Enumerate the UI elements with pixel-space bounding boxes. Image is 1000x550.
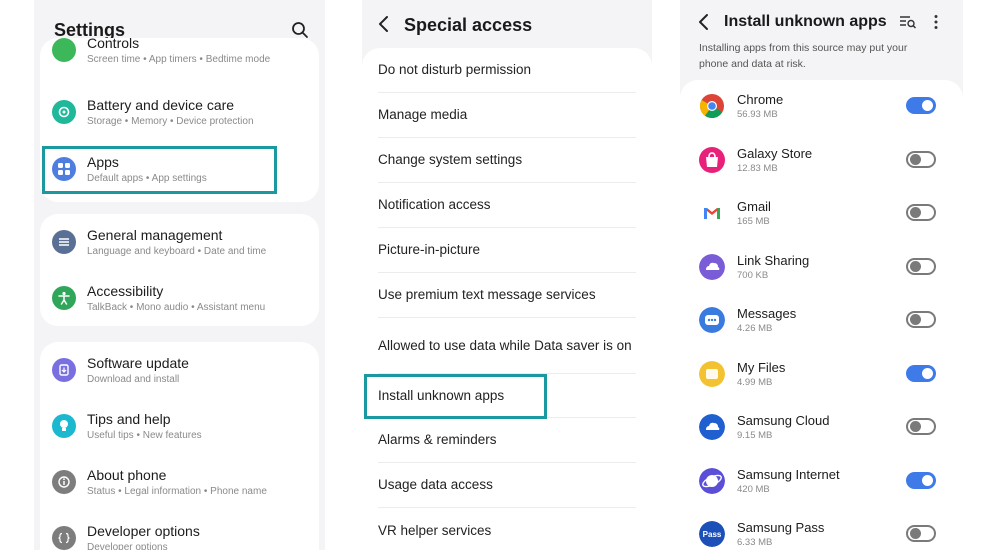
link-sharing-icon	[699, 253, 725, 280]
special-access-list: Do not disturb permission Manage media C…	[362, 48, 652, 550]
allow-toggle-link-sharing[interactable]	[906, 257, 936, 275]
apps-list: Chrome 56.93 MB Galaxy Store 12.83 MB Gmail 1…	[680, 80, 963, 550]
allow-toggle-my-files[interactable]	[906, 364, 936, 382]
app-name: Chrome	[737, 92, 784, 107]
info-icon	[52, 470, 76, 494]
app-row-samsung-internet[interactable]: Samsung Internet 420 MB	[680, 455, 963, 509]
list-item[interactable]: Alarms & reminders	[378, 418, 636, 463]
app-row-gmail[interactable]: Gmail 165 MB	[680, 187, 963, 241]
settings-item-accessibility[interactable]: Accessibility TalkBack • Mono audio • As…	[40, 270, 319, 326]
allow-toggle-messages[interactable]	[906, 311, 936, 328]
settings-item-general-management[interactable]: General management Language and keyboard…	[40, 214, 319, 270]
samsung-internet-icon	[699, 467, 725, 494]
page-title: Install unknown apps	[724, 13, 887, 30]
galaxy-store-icon	[699, 146, 725, 173]
list-item[interactable]: Manage media	[378, 93, 636, 138]
app-row-samsung-pass[interactable]: Pass Samsung Pass 6.33 MB	[680, 508, 963, 550]
back-arrow-icon[interactable]	[698, 13, 710, 31]
app-size: 4.26 MB	[737, 323, 773, 334]
my-files-icon	[699, 360, 725, 387]
page-title: Special access	[404, 15, 533, 35]
toggle-knob	[910, 153, 921, 165]
controls-icon	[52, 38, 76, 62]
app-row-galaxy-store[interactable]: Galaxy Store 12.83 MB	[680, 134, 963, 188]
settings-card-2: General management Language and keyboard…	[40, 214, 319, 326]
settings-item-developer-options[interactable]: Developer options Developer options	[40, 510, 319, 550]
app-size: 56.93 MB	[737, 109, 778, 120]
allow-toggle-samsung-pass[interactable]	[906, 525, 936, 542]
list-item[interactable]: Usage data access	[378, 463, 636, 508]
settings-item-software-update[interactable]: Software update Download and install	[40, 342, 319, 398]
app-row-my-files[interactable]: My Files 4.99 MB	[680, 348, 963, 402]
list-item[interactable]: Do not disturb permission	[378, 48, 636, 93]
messages-icon	[699, 307, 725, 333]
samsung-pass-icon: Pass	[699, 521, 725, 547]
sliders-icon	[52, 230, 76, 254]
search-icon[interactable]	[291, 21, 309, 39]
app-size: 700 KB	[737, 269, 769, 281]
battery-care-icon	[52, 100, 76, 124]
app-row-link-sharing[interactable]: Link Sharing 700 KB	[680, 241, 963, 295]
app-name: Samsung Internet	[737, 466, 840, 482]
toggle-knob	[922, 367, 933, 379]
list-item[interactable]: Change system settings	[378, 138, 636, 183]
software-update-icon	[52, 358, 76, 382]
list-item[interactable]: Allowed to use data while Data saver is …	[378, 318, 636, 374]
toggle-knob	[910, 528, 921, 539]
app-size: 4.99 MB	[737, 376, 773, 388]
allow-toggle-samsung-cloud[interactable]	[906, 418, 936, 435]
settings-item-tips[interactable]: Tips and help Useful tips • New features	[40, 398, 319, 454]
accessibility-person-icon	[52, 286, 76, 310]
chrome-icon	[699, 93, 725, 119]
lightbulb-icon	[52, 414, 76, 438]
install-unknown-highlight-box	[364, 374, 547, 419]
list-item[interactable]: Notification access	[378, 183, 636, 228]
settings-card-3: Software update Download and install Tip…	[40, 342, 319, 550]
allow-toggle-samsung-internet[interactable]	[906, 471, 936, 489]
allow-toggle-gmail[interactable]	[906, 204, 936, 221]
settings-screen: Settings Controls Screen time • App time…	[34, 0, 325, 550]
settings-item-controls[interactable]: Controls Screen time • App timers • Bedt…	[40, 38, 319, 78]
allow-toggle-chrome[interactable]	[906, 97, 936, 114]
app-row-samsung-cloud[interactable]: Samsung Cloud 9.15 MB	[680, 401, 963, 455]
samsung-cloud-icon	[699, 414, 725, 440]
app-row-chrome[interactable]: Chrome 56.93 MB	[680, 80, 963, 134]
apps-highlight-box	[42, 146, 277, 194]
app-name: Gmail	[737, 199, 771, 214]
app-name: Samsung Pass	[737, 520, 825, 535]
settings-item-battery[interactable]: Battery and device care Storage • Memory…	[40, 84, 319, 140]
app-size: 12.83 MB	[737, 162, 778, 174]
app-name: Messages	[737, 306, 797, 321]
code-braces-icon	[52, 526, 76, 550]
app-size: 6.33 MB	[737, 537, 773, 548]
toggle-knob	[910, 207, 921, 218]
settings-item-about-phone[interactable]: About phone Status • Legal information •…	[40, 454, 319, 510]
app-row-messages[interactable]: Messages 4.26 MB	[680, 294, 963, 348]
special-access-screen: Special access Do not disturb permission…	[362, 0, 652, 550]
list-item[interactable]: VR helper services	[378, 508, 636, 550]
more-options-icon[interactable]	[934, 14, 938, 30]
risk-warning-text: Installing apps from this source may put…	[699, 42, 908, 70]
list-item[interactable]: Picture-in-picture	[378, 228, 636, 273]
list-item[interactable]: Use premium text message services	[378, 273, 636, 318]
toggle-knob	[910, 421, 921, 432]
app-size: 9.15 MB	[737, 430, 773, 441]
app-name: Galaxy Store	[737, 145, 813, 161]
samsung-pass-icon-label: Pass	[702, 529, 722, 539]
gmail-icon	[699, 200, 725, 226]
app-size: 420 MB	[737, 483, 770, 495]
toggle-knob	[922, 100, 933, 111]
back-arrow-icon[interactable]	[378, 15, 390, 33]
toggle-knob	[910, 260, 921, 272]
app-name: Link Sharing	[737, 252, 810, 268]
toggle-knob	[910, 314, 921, 325]
app-name: My Files	[737, 359, 786, 375]
toggle-knob	[922, 474, 933, 486]
filter-search-icon[interactable]	[899, 14, 917, 30]
allow-toggle-galaxy-store[interactable]	[906, 150, 936, 168]
app-size: 165 MB	[737, 216, 770, 227]
app-name: Samsung Cloud	[737, 413, 830, 428]
install-unknown-apps-screen: Install unknown apps Installing apps fro…	[680, 0, 963, 550]
